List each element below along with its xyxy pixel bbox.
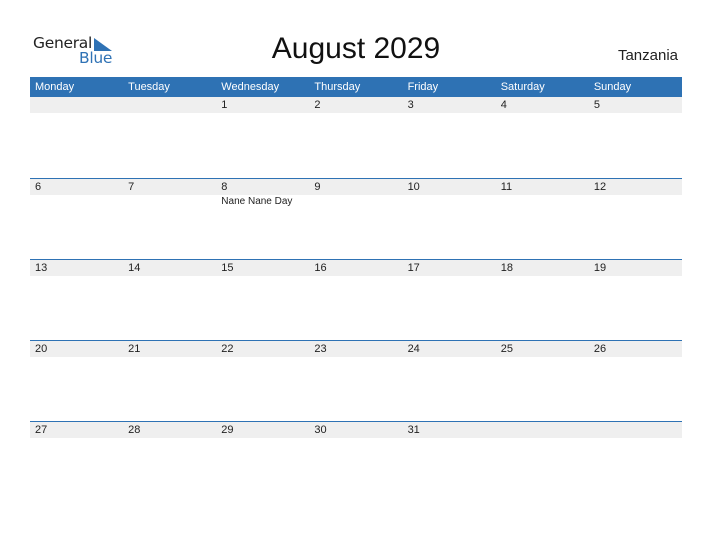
day-number: 17 (407, 262, 420, 274)
day-number (123, 97, 216, 113)
holiday-label (589, 438, 682, 439)
holiday-label (589, 357, 682, 358)
week-row: 13 14 15 16 17 18 19 (30, 259, 682, 340)
events-row (30, 357, 682, 358)
day-number: 20 (35, 343, 48, 355)
weekday-thursday: Thursday (314, 81, 361, 93)
day-number: 13 (35, 262, 48, 274)
day-number (30, 97, 123, 113)
holiday-label (309, 195, 402, 207)
holiday-label (403, 113, 496, 114)
holiday-label (403, 438, 496, 439)
week-row: 27 28 29 30 31 (30, 421, 682, 502)
holiday-label (216, 357, 309, 358)
weekday-wednesday: Wednesday (221, 81, 280, 93)
holiday-label (496, 357, 589, 358)
weekday-saturday: Saturday (500, 81, 545, 93)
day-number: 3 (407, 99, 414, 111)
holiday-label (309, 113, 402, 114)
holiday-label (589, 113, 682, 114)
day-number: 29 (221, 424, 234, 436)
weekday-header: Monday Tuesday Wednesday Thursday Friday… (30, 77, 682, 97)
events-row (30, 276, 682, 277)
day-number: 10 (407, 181, 420, 193)
weekday-monday: Monday (35, 81, 75, 93)
day-number: 11 (500, 181, 513, 193)
holiday-label (309, 438, 402, 439)
holiday-label (216, 438, 309, 439)
day-number: 21 (128, 343, 141, 355)
holiday-label (123, 438, 216, 439)
day-number: 1 (221, 99, 228, 111)
day-number: 5 (593, 99, 600, 111)
day-number: 16 (314, 262, 327, 274)
holiday-label (30, 438, 123, 439)
holiday-label (216, 113, 309, 114)
holiday-label (30, 113, 123, 114)
holiday-label: Nane Nane Day (221, 196, 293, 207)
day-number (589, 422, 682, 438)
events-row: Nane Nane Day (30, 195, 682, 207)
holiday-label (403, 276, 496, 277)
holiday-label (123, 276, 216, 277)
day-number: 7 (128, 181, 135, 193)
holiday-label (496, 113, 589, 114)
day-number: 18 (500, 262, 513, 274)
holiday-label (589, 276, 682, 277)
day-number: 30 (314, 424, 327, 436)
calendar-grid: Monday Tuesday Wednesday Thursday Friday… (30, 77, 682, 502)
day-number: 24 (407, 343, 420, 355)
holiday-label (496, 276, 589, 277)
day-number: 6 (35, 181, 42, 193)
holiday-label (30, 276, 123, 277)
events-row (30, 438, 682, 439)
day-number: 19 (593, 262, 607, 274)
holiday-label (216, 276, 309, 277)
holiday-label (309, 357, 402, 358)
country-label: Tanzania (617, 47, 678, 64)
day-number: 22 (221, 343, 234, 355)
weekday-tuesday: Tuesday (128, 81, 170, 93)
day-number: 14 (128, 262, 141, 274)
day-number: 2 (314, 99, 321, 111)
week-row: 1 2 3 4 5 (30, 97, 682, 178)
events-row (30, 113, 682, 114)
day-number: 28 (128, 424, 141, 436)
week-row: 20 21 22 23 24 25 26 (30, 340, 682, 421)
weekday-friday: Friday (407, 81, 439, 93)
holiday-label (403, 357, 496, 358)
holiday-label (30, 357, 123, 358)
day-number: 4 (500, 99, 507, 111)
holiday-label (589, 195, 682, 207)
day-number: 9 (314, 181, 321, 193)
day-number: 8 (221, 181, 228, 193)
day-number: 23 (314, 343, 327, 355)
calendar-title: August 2029 (271, 32, 441, 65)
date-band: 1 2 3 4 5 (30, 97, 682, 113)
day-number: 31 (407, 424, 420, 436)
holiday-label (123, 195, 216, 207)
date-band: 20 21 22 23 24 25 26 (30, 341, 682, 357)
day-number (496, 422, 589, 438)
date-band: 13 14 15 16 17 18 19 (30, 260, 682, 276)
day-number: 25 (500, 343, 513, 355)
day-number: 26 (593, 343, 607, 355)
holiday-label (496, 438, 589, 439)
holiday-label (309, 276, 402, 277)
holiday-label (123, 113, 216, 114)
weekday-sunday: Sunday (593, 81, 632, 93)
day-number: 27 (35, 424, 48, 436)
holiday-label (496, 195, 589, 207)
day-number: 12 (593, 181, 607, 193)
holiday-label (123, 357, 216, 358)
week-row: 6 7 8 9 10 11 12 Nane Nane Day (30, 178, 682, 259)
holiday-label (403, 195, 496, 207)
date-band: 27 28 29 30 31 (30, 422, 682, 438)
holiday-label (30, 195, 123, 207)
date-band: 6 7 8 9 10 11 12 (30, 179, 682, 195)
day-number: 15 (221, 262, 234, 274)
